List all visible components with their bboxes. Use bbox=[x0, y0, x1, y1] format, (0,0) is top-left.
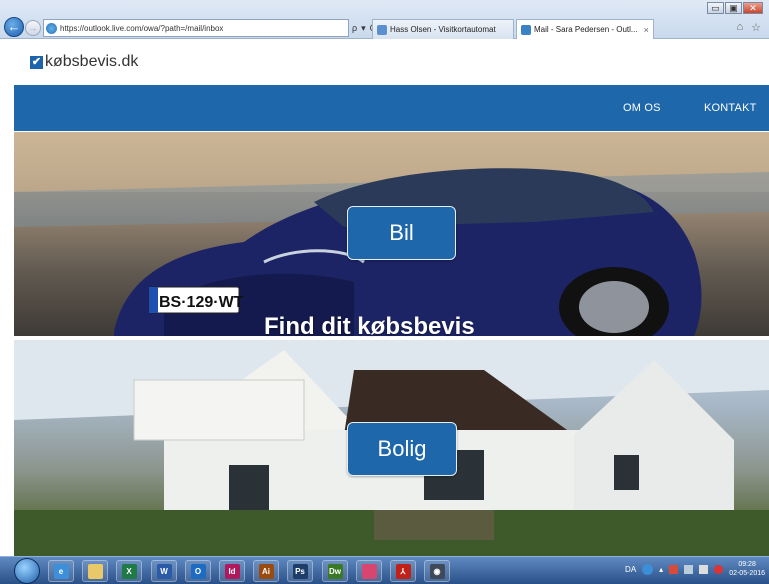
word-taskbar-button[interactable]: W bbox=[151, 560, 177, 582]
minimize-button[interactable]: ▭ bbox=[707, 2, 724, 14]
windows-taskbar: e X W O Id Ai Ps Dw ⅄ ◉ DA ▴ 09:28 02-05-2016 bbox=[0, 556, 769, 584]
forward-button[interactable]: → bbox=[25, 20, 41, 36]
acrobat-icon: ⅄ bbox=[395, 563, 411, 579]
internet-explorer-icon: e bbox=[53, 563, 69, 579]
indesign-icon: Id bbox=[224, 563, 240, 579]
site-header: ✔ købsbevis.dk bbox=[0, 40, 769, 85]
car-button[interactable]: Bil bbox=[347, 206, 456, 260]
tab-close-icon[interactable]: × bbox=[644, 25, 649, 35]
browser-chrome: ▭ ▣ ✕ ← → https://outlook.live.com/owa/?… bbox=[0, 0, 769, 39]
acrobat-taskbar-button[interactable]: ⅄ bbox=[390, 560, 416, 582]
tab-label: Mail - Sara Pedersen - Outl... bbox=[534, 25, 638, 34]
paint-app-icon bbox=[361, 563, 377, 579]
home-icon[interactable]: ⌂ bbox=[736, 21, 743, 34]
network-icon[interactable] bbox=[684, 564, 694, 574]
illustrator-icon: Ai bbox=[258, 563, 274, 579]
file-explorer-icon bbox=[87, 563, 103, 579]
media-app-icon: ◉ bbox=[429, 563, 445, 579]
house-hero-panel: Bolig bbox=[14, 340, 769, 556]
favorites-icon[interactable]: ☆ bbox=[751, 21, 761, 34]
page-tagline: Find dit købsbevis bbox=[264, 313, 475, 340]
web-page: ✔ købsbevis.dk OM OS KONTAKT BS·129·WT B… bbox=[0, 40, 769, 556]
clock-time: 09:28 bbox=[738, 561, 756, 568]
close-window-button[interactable]: ✕ bbox=[743, 2, 763, 14]
media-app-taskbar-button[interactable]: ◉ bbox=[424, 560, 450, 582]
house-button[interactable]: Bolig bbox=[347, 422, 457, 476]
browser-toolbar-icons: ⌂ ☆ bbox=[736, 21, 761, 34]
flag-icon[interactable] bbox=[669, 564, 679, 574]
clock[interactable]: 09:28 02-05-2016 bbox=[729, 560, 765, 578]
tab-favicon-icon bbox=[521, 24, 531, 35]
word-icon: W bbox=[156, 563, 172, 579]
license-plate-text: BS·129·WT bbox=[159, 294, 244, 311]
checkmark-icon: ✔ bbox=[30, 55, 43, 69]
search-icon[interactable]: ρ bbox=[352, 23, 357, 33]
outlook-icon: O bbox=[190, 563, 206, 579]
internet-explorer-taskbar-button[interactable]: e bbox=[48, 560, 74, 582]
photoshop-icon: Ps bbox=[292, 563, 308, 579]
outlook-taskbar-button[interactable]: O bbox=[185, 560, 211, 582]
dropdown-icon[interactable]: ▾ bbox=[361, 23, 366, 34]
car-hero-panel: BS·129·WT Bil bbox=[14, 132, 769, 336]
tray-arrow-icon[interactable]: ▴ bbox=[659, 565, 663, 574]
photoshop-taskbar-button[interactable]: Ps bbox=[287, 560, 313, 582]
indesign-taskbar-button[interactable]: Id bbox=[219, 560, 245, 582]
antivirus-icon[interactable] bbox=[714, 564, 724, 574]
address-url: https://outlook.live.com/owa/?path=/mail… bbox=[60, 23, 224, 33]
dreamweaver-taskbar-button[interactable]: Dw bbox=[322, 560, 348, 582]
site-logo[interactable]: ✔ købsbevis.dk bbox=[30, 53, 138, 71]
tab-label: Hass Olsen - Visitkortautomat bbox=[390, 25, 496, 34]
nav-link-kontakt[interactable]: KONTAKT bbox=[704, 85, 757, 131]
maximize-button[interactable]: ▣ bbox=[725, 2, 742, 14]
tab-favicon-icon bbox=[377, 24, 387, 35]
main-navbar: OM OS KONTAKT bbox=[14, 85, 769, 131]
excel-taskbar-button[interactable]: X bbox=[116, 560, 142, 582]
system-tray: DA ▴ 09:28 02-05-2016 bbox=[625, 560, 765, 578]
volume-icon[interactable] bbox=[699, 564, 709, 574]
logo-text: købsbevis.dk bbox=[45, 53, 139, 70]
info-icon[interactable] bbox=[642, 563, 654, 575]
paint-app-taskbar-button[interactable] bbox=[356, 560, 382, 582]
tab-mail[interactable]: Mail - Sara Pedersen - Outl... × bbox=[516, 19, 654, 39]
language-indicator[interactable]: DA bbox=[625, 565, 636, 574]
nav-link-om-os[interactable]: OM OS bbox=[623, 85, 661, 131]
dreamweaver-icon: Dw bbox=[327, 563, 343, 579]
file-explorer-taskbar-button[interactable] bbox=[82, 560, 108, 582]
start-button[interactable] bbox=[14, 558, 40, 584]
excel-icon: X bbox=[121, 563, 137, 579]
illustrator-taskbar-button[interactable]: Ai bbox=[253, 560, 279, 582]
back-button[interactable]: ← bbox=[4, 17, 24, 37]
clock-date: 02-05-2016 bbox=[729, 570, 765, 577]
site-favicon-icon bbox=[46, 22, 57, 34]
window-controls: ▭ ▣ ✕ bbox=[707, 2, 763, 14]
address-bar[interactable]: https://outlook.live.com/owa/?path=/mail… bbox=[43, 19, 349, 37]
tab-visitkortautomat[interactable]: Hass Olsen - Visitkortautomat bbox=[372, 19, 514, 39]
